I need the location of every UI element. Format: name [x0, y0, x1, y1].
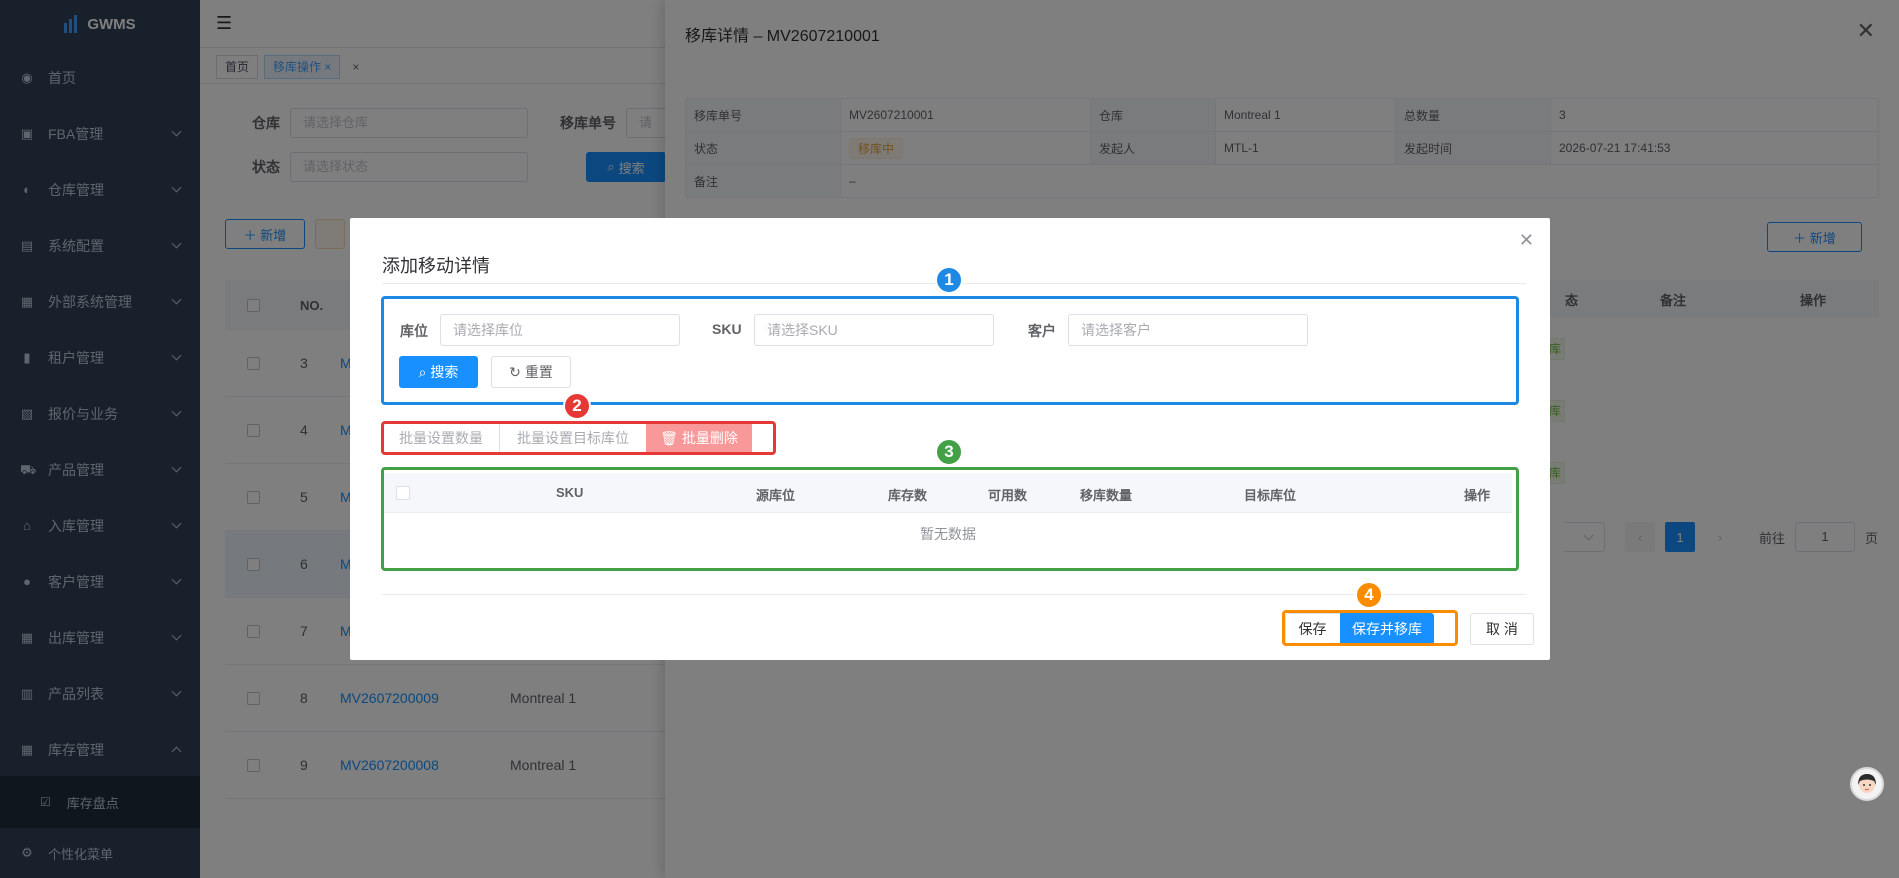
annotation-number: 3 — [935, 438, 963, 466]
annotation-box-2 — [381, 421, 776, 455]
annotation-box-3 — [381, 467, 1519, 571]
cancel-button[interactable]: 取 消 — [1470, 613, 1534, 645]
assistant-avatar[interactable] — [1850, 767, 1884, 801]
annotation-number: 4 — [1355, 581, 1383, 609]
annotation-box-4 — [1282, 610, 1458, 646]
annotation-number: 2 — [563, 392, 591, 420]
annotation-number: 1 — [935, 266, 963, 294]
dialog-title: 添加移动详情 — [382, 256, 490, 276]
annotation-box-1 — [381, 296, 1519, 405]
avatar-icon — [1858, 774, 1876, 793]
close-icon[interactable]: ✕ — [1519, 230, 1534, 251]
